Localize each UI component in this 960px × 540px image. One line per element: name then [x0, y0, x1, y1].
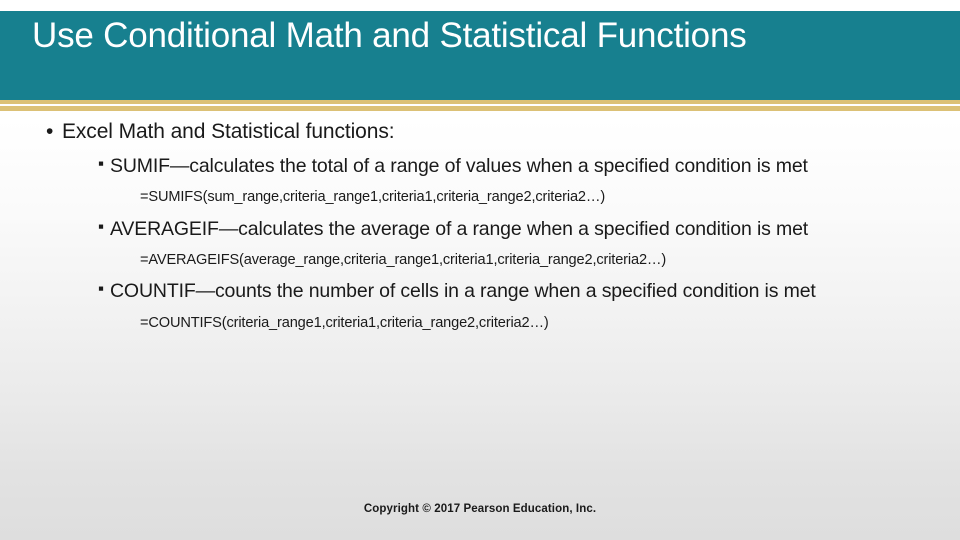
bullet-marker-level2: ▪ — [98, 217, 104, 237]
slide: Use Conditional Math and Statistical Fun… — [0, 0, 960, 540]
bullet-countif-text: COUNTIF—counts the number of cells in a … — [110, 280, 816, 303]
bullet-marker-level1: • — [46, 120, 54, 143]
slide-body: • Excel Math and Statistical functions: ▪… — [0, 118, 960, 498]
formula-countifs-text: =COUNTIFS(criteria_range1,criteria1,crit… — [140, 315, 549, 332]
bullet-sumif-text: SUMIF—calculates the total of a range of… — [110, 155, 808, 178]
formula-sumifs: =SUMIFS(sum_range,criteria_range1,criter… — [0, 188, 960, 207]
formula-averageifs: =AVERAGEIFS(average_range,criteria_range… — [0, 251, 960, 270]
bullet-sumif: ▪ SUMIF—calculates the total of a range o… — [0, 154, 960, 179]
formula-sumifs-text: =SUMIFS(sum_range,criteria_range1,criter… — [140, 189, 606, 206]
title-divider-lower — [0, 106, 960, 111]
formula-countifs: =COUNTIFS(criteria_range1,criteria1,crit… — [0, 314, 960, 333]
bullet-intro-text: Excel Math and Statistical functions: — [62, 120, 395, 143]
copyright-footer: Copyright © 2017 Pearson Education, Inc. — [363, 503, 597, 515]
bullet-marker-level2: ▪ — [98, 279, 104, 299]
bullet-countif: ▪ COUNTIF—counts the number of cells in a… — [0, 279, 960, 304]
title-band — [0, 11, 960, 100]
formula-averageifs-text: =AVERAGEIFS(average_range,criteria_range… — [140, 252, 667, 269]
bullet-averageif-text: AVERAGEIF—calculates the average of a ra… — [110, 218, 809, 241]
bullet-marker-level2: ▪ — [98, 154, 104, 174]
bullet-intro: • Excel Math and Statistical functions: — [0, 118, 960, 145]
bullet-averageif: ▪ AVERAGEIF—calculates the average of a r… — [0, 217, 960, 242]
